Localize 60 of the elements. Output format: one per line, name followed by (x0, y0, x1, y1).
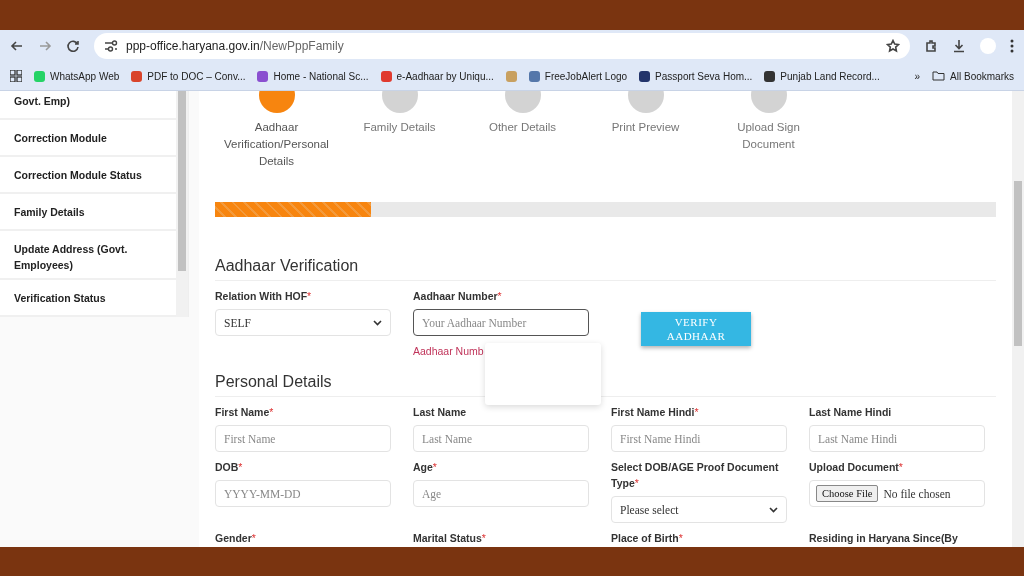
field-label: Aadhaar Number* (413, 289, 503, 304)
apps-icon[interactable] (10, 70, 22, 82)
text-field[interactable]: YYYY-MM-DD (215, 480, 391, 507)
field-label: Age* (413, 460, 438, 475)
star-icon[interactable] (886, 39, 900, 53)
choose-file-button[interactable]: Choose File (816, 485, 879, 502)
page-scrollbar[interactable] (1012, 91, 1024, 547)
field-label: Select DOB/AGE Proof Document Type* (611, 460, 780, 491)
bookmark[interactable]: PDF to DOC – Conv... (131, 70, 246, 82)
field-label: Upload Document* (809, 460, 904, 475)
text-field[interactable]: Last Name Hindi (809, 425, 985, 452)
address-bar[interactable]: ppp-office.haryana.gov.in/NewPppFamily (94, 33, 910, 59)
field-label: Last Name Hindi (809, 405, 893, 420)
text-field[interactable]: First Name Hindi (611, 425, 787, 452)
section-title: Personal Details (215, 373, 996, 397)
caret-icon (769, 506, 778, 513)
field-label: Last Name (413, 405, 468, 420)
bookmark[interactable]: WhatsApp Web (34, 70, 120, 82)
step-label[interactable]: Other Details (467, 119, 578, 136)
text-field[interactable]: Age (413, 480, 589, 507)
field-label: Place of Birth* (611, 531, 684, 546)
field-label: First Name Hindi* (611, 405, 700, 420)
aadhaar-number-field[interactable]: Your Aadhaar Number (413, 309, 589, 336)
step-label[interactable]: Aadhaar Verification/Personal Details (221, 119, 332, 170)
text-field[interactable]: First Name (215, 425, 391, 452)
forward-icon[interactable] (38, 39, 52, 53)
bookmark[interactable] (505, 70, 517, 82)
file-status: No file chosen (883, 487, 951, 500)
field-label: Marital Status* (413, 531, 487, 546)
relation-select[interactable]: SELF (215, 309, 391, 336)
caret-icon (373, 319, 382, 326)
bookmark[interactable]: Home - National Sc... (257, 70, 369, 82)
file-field[interactable]: Choose File No file chosen (809, 480, 985, 507)
url-text: ppp-office.haryana.gov.in/NewPppFamily (126, 39, 344, 53)
step-label[interactable]: Print Preview (590, 119, 701, 136)
select-field[interactable]: Please select (611, 496, 787, 523)
menu-icon[interactable] (1010, 39, 1014, 53)
all-bookmarks-button[interactable]: All Bookmarks (932, 70, 1014, 82)
step-label[interactable]: Upload Sign Document (713, 119, 824, 153)
extensions-icon[interactable] (924, 39, 938, 53)
more-bookmarks-button[interactable]: » (914, 70, 921, 82)
text-field[interactable]: Last Name (413, 425, 589, 452)
bookmark[interactable]: FreeJobAlert Logo (528, 70, 628, 82)
error-message: Aadhaar Numb (413, 345, 485, 357)
bookmark[interactable]: e-Aadhaar by Uniqu... (380, 70, 494, 82)
field-label: DOB* (215, 460, 244, 475)
field-label: Gender* (215, 531, 257, 546)
field-label: Relation With HOF* (215, 289, 313, 304)
bookmark[interactable]: Punjab Land Record... (764, 70, 880, 82)
step-label[interactable]: Family Details (344, 119, 455, 136)
back-icon[interactable] (10, 39, 24, 53)
sidebar-scrollbar[interactable] (176, 91, 188, 317)
section-title: Aadhaar Verification (215, 257, 996, 281)
download-icon[interactable] (952, 39, 966, 53)
reload-icon[interactable] (66, 39, 80, 53)
field-label: First Name* (215, 405, 275, 420)
bookmark[interactable]: Passport Seva Hom... (639, 70, 753, 82)
site-settings-icon[interactable] (104, 40, 118, 52)
folder-icon (932, 71, 946, 81)
field-label: Residing in Haryana Since(By (809, 531, 959, 546)
